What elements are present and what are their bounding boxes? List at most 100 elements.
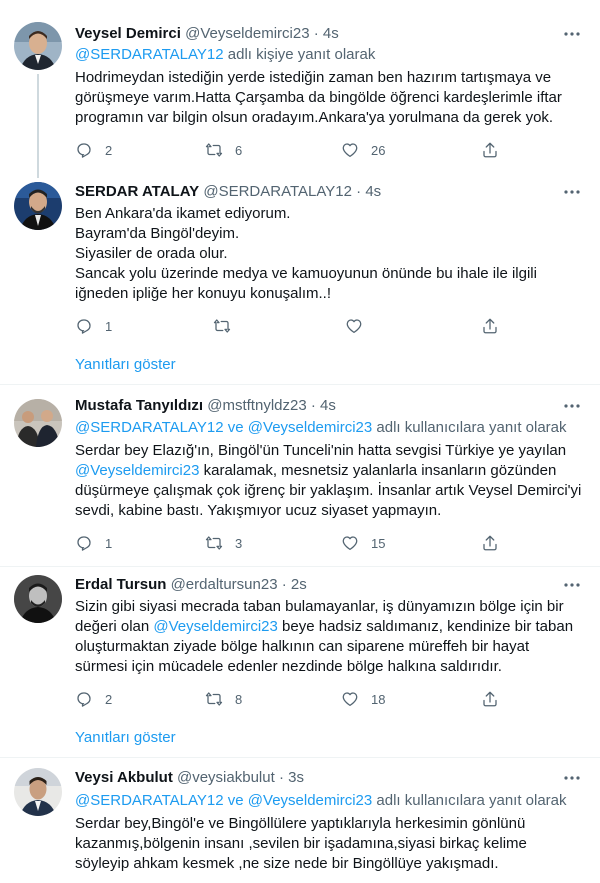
reply-count: 2 [105,691,113,707]
retweet-button[interactable]: 3 [205,532,242,554]
more-options-icon[interactable] [562,575,582,595]
share-icon [483,142,497,158]
share-button[interactable] [481,315,499,337]
tweet-erdal-tursun[interactable]: Erdal Tursun @erdaltursun23 · 2s Sizin g… [0,567,600,717]
display-name[interactable]: Erdal Tursun [75,576,166,593]
tweet-header: Erdal Tursun @erdaltursun23 · 2s [75,575,307,595]
tweet-text: Sizin gibi siyasi mecrada taban bulamaya… [75,597,585,677]
more-options-icon[interactable] [562,396,582,416]
retweet-button[interactable]: 8 [205,688,242,710]
avatar[interactable] [14,575,62,623]
more-options-icon[interactable] [562,24,582,44]
tweet-actions: 2 6 26 [75,139,505,161]
tweet-actions: 1 [75,315,505,337]
reply-button[interactable]: 1 [75,532,112,554]
like-button[interactable] [345,315,363,337]
reply-count: 2 [105,142,113,158]
mention-link[interactable]: @Veyseldemirci23 [75,462,199,479]
reply-context: @SERDARATALAY12 adlı kişiye yanıt olarak [75,45,375,65]
separator-dot: · [278,769,284,786]
mention-link[interactable]: @SERDARATALAY12 [75,46,224,63]
more-options-icon[interactable] [562,768,582,788]
retweet-icon [205,692,223,706]
separator-dot: · [310,397,316,414]
reply-context-text: adlı kullanıcılara yanıt olarak [372,792,567,809]
timestamp[interactable]: 2s [291,576,307,593]
reply-icon [77,143,91,158]
display-name[interactable]: Mustafa Tanyıldızı [75,397,203,414]
share-button[interactable] [481,139,499,161]
display-name[interactable]: Veysel Demirci [75,25,181,42]
retweet-button[interactable]: 6 [205,139,242,161]
like-count: 15 [371,535,386,551]
timestamp[interactable]: 3s [288,769,304,786]
share-button[interactable] [481,688,499,710]
retweet-button[interactable] [213,315,231,337]
share-button[interactable] [481,532,499,554]
tweet-actions: 1 3 15 [75,532,505,554]
mention-link[interactable]: @Veyseldemirci23 [248,419,372,436]
mention-link[interactable]: @Veyseldemirci23 [153,618,277,635]
show-replies-link[interactable]: Yanıtları göster [75,728,176,748]
like-count: 18 [371,691,386,707]
reply-context-and: ve [223,792,248,809]
timestamp[interactable]: 4s [320,397,336,414]
heart-icon [342,536,358,551]
user-handle[interactable]: @veysiakbulut [177,769,275,786]
reply-context: @SERDARATALAY12 ve @Veyseldemirci23 adlı… [75,418,567,438]
reply-count: 1 [105,318,113,334]
tweet-header: Veysi Akbulut @veysiakbulut · 3s [75,768,304,788]
tweet-header: Mustafa Tanyıldızı @mstftnyldz23 · 4s [75,396,336,416]
like-button[interactable]: 18 [341,688,385,710]
timestamp[interactable]: 4s [323,25,339,42]
avatar[interactable] [14,768,62,816]
avatar[interactable] [14,182,62,230]
reply-button[interactable]: 1 [75,315,112,337]
display-name[interactable]: Veysi Akbulut [75,769,173,786]
reply-icon [77,692,91,707]
avatar[interactable] [14,399,62,447]
avatar[interactable] [14,22,62,70]
tweet-text-line: Bayram'da Bingöl'deyim. [75,225,240,242]
display-name[interactable]: SERDAR ATALAY [75,183,199,200]
reply-count: 1 [105,535,113,551]
retweet-icon [205,143,223,157]
mention-link[interactable]: @SERDARATALAY12 [75,419,224,436]
show-replies-link[interactable]: Yanıtları göster [75,355,176,375]
user-handle[interactable]: @Veyseldemirci23 [185,25,309,42]
tweet-veysi-akbulut[interactable]: Veysi Akbulut @veysiakbulut · 3s @SERDAR… [0,758,600,883]
reply-icon [77,319,91,334]
reply-context-text: adlı kişiye yanıt olarak [223,46,376,63]
share-icon [483,691,497,707]
reply-context-and: ve [223,419,248,436]
separator-dot: · [313,25,319,42]
more-options-icon[interactable] [562,182,582,202]
mention-link[interactable]: @SERDARATALAY12 [75,792,224,809]
tweet-text: Ben Ankara'da ikamet ediyorum. Bayram'da… [75,204,585,304]
like-button[interactable]: 26 [341,139,385,161]
user-handle[interactable]: @SERDARATALAY12 [203,183,352,200]
retweet-count: 6 [235,142,243,158]
reply-button[interactable]: 2 [75,688,112,710]
like-count: 26 [371,142,386,158]
tweet-header: SERDAR ATALAY @SERDARATALAY12 · 4s [75,182,381,202]
reply-icon [77,536,91,551]
share-icon [483,535,497,551]
tweet-veysel-demirci[interactable]: Veysel Demirci @Veyseldemirci23 · 4s @SE… [0,0,600,178]
reply-context-text: adlı kullanıcılara yanıt olarak [372,419,567,436]
reply-button[interactable]: 2 [75,139,112,161]
like-button[interactable]: 15 [341,532,385,554]
tweet-serdar-atalay[interactable]: SERDAR ATALAY @SERDARATALAY12 · 4s Ben A… [0,170,600,345]
tweet-header: Veysel Demirci @Veyseldemirci23 · 4s [75,24,339,44]
reply-context: @SERDARATALAY12 ve @Veyseldemirci23 adlı… [75,791,567,811]
timestamp[interactable]: 4s [365,183,381,200]
user-handle[interactable]: @mstftnyldz23 [207,397,306,414]
tweet-text: Serdar bey,Bingöl'e ve Bingöllülere yapt… [75,815,527,872]
mention-link[interactable]: @Veyseldemirci23 [248,792,372,809]
tweet-mustafa-tanyildizi[interactable]: Mustafa Tanyıldızı @mstftnyldz23 · 4s @S… [0,385,600,565]
user-handle[interactable]: @erdaltursun23 [171,576,278,593]
retweet-count: 8 [235,691,243,707]
heart-icon [342,143,358,158]
tweet-text: Serdar bey Elazığ'ın, Bingöl'ün Tunceli'… [75,441,585,521]
tweet-text-line: Sancak yolu üzerinde medya ve kamuoyunun… [75,265,537,302]
